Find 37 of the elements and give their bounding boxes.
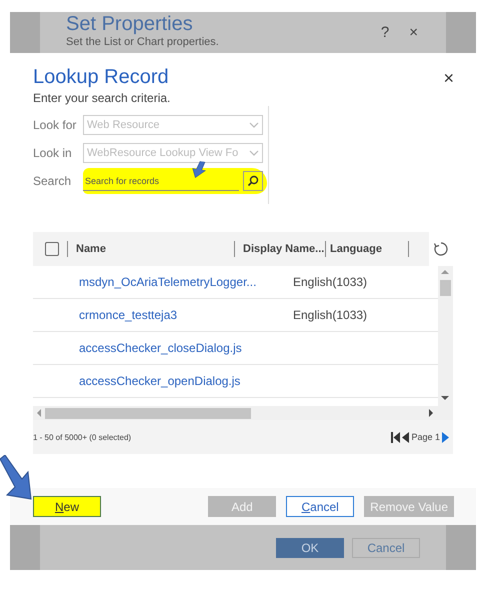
close-button[interactable]: ×: [443, 69, 454, 87]
chevron-down-icon: [249, 150, 259, 156]
chevron-down-icon: [249, 122, 259, 128]
record-link[interactable]: msdyn_OcAriaTelemetryLogger...: [33, 275, 293, 289]
background-dialog-title: Set Properties: [66, 13, 194, 36]
new-button[interactable]: New: [33, 496, 101, 517]
first-page-icon[interactable]: [391, 432, 400, 442]
arrow-annotation: [190, 161, 206, 178]
record-link[interactable]: accessChecker_closeDialog.js: [33, 341, 293, 355]
table-cell: English(1033): [293, 275, 368, 289]
record-link[interactable]: accessChecker_openDialog.js: [33, 374, 293, 388]
arrow-annotation: [0, 455, 32, 501]
page-label: Page 1: [411, 432, 440, 442]
search-icon: [247, 175, 259, 187]
field-label: Look in: [33, 146, 73, 160]
record-count: 1 - 50 of 5000+ (0 selected): [33, 432, 132, 442]
column-header[interactable]: Name: [76, 243, 234, 255]
background-dialog-subtitle: Set the List or Chart properties.: [66, 36, 219, 49]
field-label: Search: [33, 174, 72, 188]
search-button[interactable]: [243, 171, 263, 191]
dialog-title: Lookup Record: [33, 65, 169, 90]
dialog-subtitle: Enter your search criteria.: [33, 90, 170, 106]
table-cell: English(1033): [293, 308, 368, 322]
select-all-checkbox[interactable]: [45, 242, 59, 256]
record-link[interactable]: crmonce_testteja3: [33, 308, 293, 322]
refresh-icon[interactable]: [433, 241, 449, 257]
vertical-scrollbar[interactable]: [438, 266, 453, 406]
field-label: Look for: [33, 118, 78, 132]
next-page-icon[interactable]: [442, 432, 449, 442]
help-icon[interactable]: ?: [380, 24, 390, 41]
close-icon[interactable]: ×: [409, 24, 418, 41]
ok-button[interactable]: OK: [276, 538, 344, 558]
cancel-button[interactable]: Cancel: [286, 496, 354, 517]
previous-page-icon[interactable]: [402, 432, 410, 442]
column-header[interactable]: Language: [330, 243, 408, 255]
column-header[interactable]: Display Name...: [243, 243, 329, 255]
horizontal-scrollbar[interactable]: [33, 406, 453, 420]
